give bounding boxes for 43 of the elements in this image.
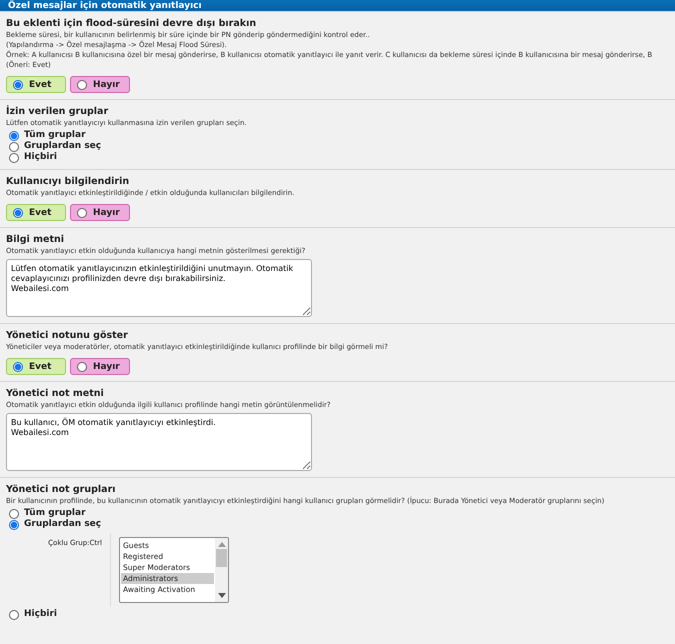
option-label: Hiçbiri: [24, 609, 58, 620]
option-label: Hayır: [93, 362, 120, 372]
radio-button[interactable]: [9, 520, 19, 530]
radio-button[interactable]: [77, 208, 87, 218]
scroll-down-icon[interactable]: [218, 593, 226, 599]
scroll-thumb[interactable]: [216, 549, 227, 567]
text-area[interactable]: Bu kullanıcı, ÖM otomatik yanıtlayıcıyı etkinleştirdi. Webailesi.com: [6, 413, 312, 471]
radio-button[interactable]: [13, 80, 23, 90]
setting-title: Kullanıcıyı bilgilendirin: [6, 175, 130, 188]
radio-button[interactable]: [9, 152, 19, 162]
option-label: Evet: [29, 362, 52, 372]
radio-button[interactable]: [9, 610, 19, 620]
no-option[interactable]: Hayır: [70, 76, 130, 93]
radio-button[interactable]: [9, 130, 19, 140]
option-label: Hiçbiri: [24, 152, 58, 163]
yes-option[interactable]: Evet: [6, 76, 66, 93]
no-option[interactable]: Hayır: [70, 204, 130, 221]
setting-title: İzin verilen gruplar: [6, 105, 110, 118]
radio-button[interactable]: [13, 362, 23, 372]
no-option[interactable]: Hayır: [70, 358, 130, 375]
radio-button[interactable]: [13, 208, 23, 218]
setting-title: Bilgi metni: [6, 233, 66, 246]
option-label: Hayır: [93, 80, 120, 90]
option-label: Gruplardan seç: [24, 141, 102, 152]
yes-option[interactable]: Evet: [6, 358, 66, 375]
header-bar: Özel mesajlar için otomatik yanıtlayıcı: [0, 0, 675, 11]
radio-button[interactable]: [77, 362, 87, 372]
option-label: Evet: [29, 208, 52, 218]
setting-title: Yönetici notunu göster: [6, 329, 129, 342]
radio-button[interactable]: [9, 142, 19, 152]
scrollbar[interactable]: [215, 538, 228, 602]
option-label: Hayır: [93, 208, 120, 218]
text-area[interactable]: Lütfen otomatik yanıtlayıcınızın etkinleştirildiğini unutmayın. Otomatik cevaplayıcınızı profilinizden devre dışı bırakabilirsiniz. Webailesi.com: [6, 259, 312, 317]
option-label: Tüm gruplar: [24, 130, 86, 141]
setting-title: Yönetici not metni: [6, 387, 105, 400]
yes-option[interactable]: Evet: [6, 204, 66, 221]
option-label: Gruplardan seç: [24, 519, 102, 530]
setting-title: Yönetici not grupları: [6, 483, 117, 496]
setting-title: Bu eklenti için flood-süresini devre dışı bırakın: [6, 17, 258, 30]
radio-button[interactable]: [9, 508, 19, 518]
option-label: Evet: [29, 80, 52, 90]
option-label: Tüm gruplar: [24, 508, 86, 519]
radio-button[interactable]: [77, 80, 87, 90]
